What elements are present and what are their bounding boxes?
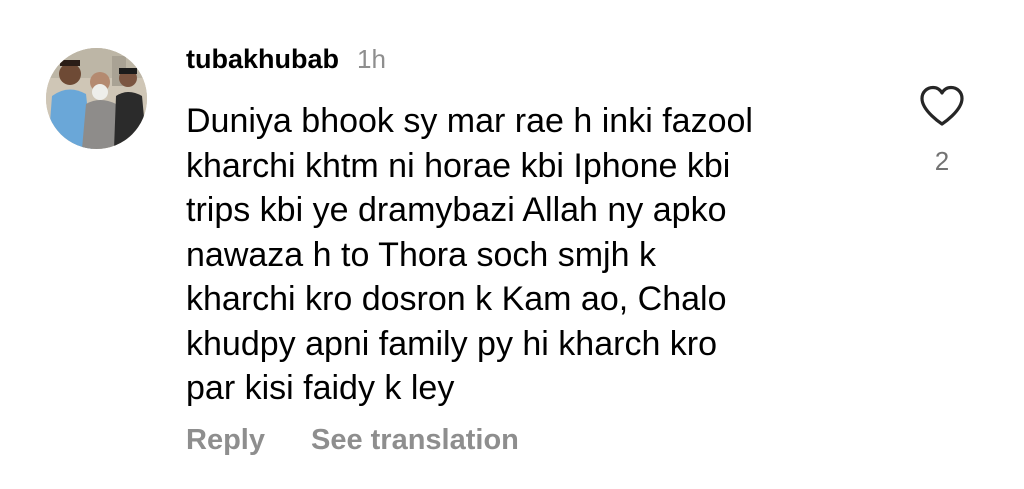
- see-translation-button[interactable]: See translation: [311, 424, 519, 457]
- comment-text-line: par kisi faidy k ley: [186, 369, 455, 407]
- comment-text-line: kharchi kro dosron k Kam ao, Chalo: [186, 280, 727, 318]
- comment-item: tubakhubab 1h Duniya bhook sy mar rae h …: [0, 0, 1024, 489]
- comment-header: tubakhubab 1h: [186, 44, 386, 80]
- timestamp: 1h: [357, 44, 386, 74]
- comment-text-line: nawaza h to Thora soch smjh k: [186, 235, 656, 274]
- like-count: 2: [934, 146, 950, 176]
- comment-text-line: Duniya bhook sy mar rae h inki fazool: [186, 102, 753, 140]
- comment-text-line: trips kbi ye dramybazi Allah ny apko: [186, 191, 727, 229]
- comment-text-line: kharchi khtm ni horae kbi Iphone kbi: [186, 146, 731, 185]
- comment-text: Duniya bhook sy mar rae h inki fazool kh…: [186, 99, 886, 411]
- heart-outline-icon[interactable]: [918, 84, 966, 128]
- reply-button[interactable]: Reply: [186, 424, 265, 457]
- username[interactable]: tubakhubab: [186, 44, 339, 75]
- avatar[interactable]: [46, 48, 147, 149]
- comment-text-line: khudpy apni family py hi kharch kro: [186, 324, 718, 363]
- comment-actions: Reply See translation: [186, 424, 519, 457]
